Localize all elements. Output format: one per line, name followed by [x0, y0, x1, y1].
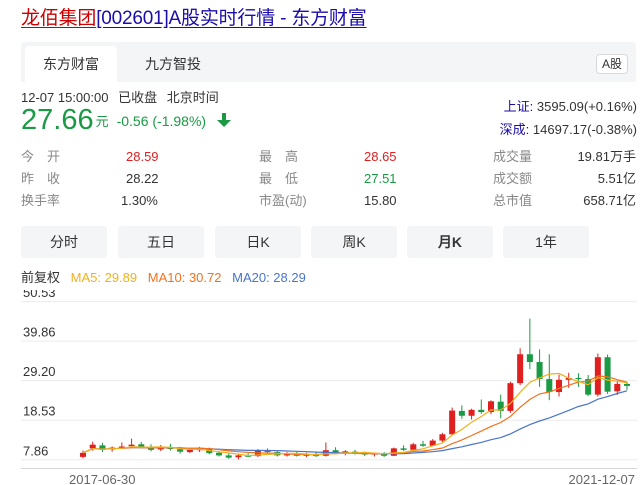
candle-body	[128, 444, 135, 447]
candle-body	[186, 449, 193, 453]
tab-jiufang[interactable]: 九方智投	[127, 46, 219, 82]
candle-body	[614, 383, 621, 392]
ma10-line	[82, 375, 628, 456]
candle-body	[410, 444, 417, 450]
tab-eastmoney[interactable]: 东方财富	[25, 46, 117, 82]
tab-daily-k[interactable]: 日K	[215, 226, 301, 258]
prev-close-value: 28.22	[126, 171, 159, 186]
price-unit: 元	[95, 114, 109, 129]
index-shenzhen-name[interactable]: 深成:	[500, 122, 530, 137]
ma20-label: MA20: 28.29	[232, 270, 306, 285]
status-timezone: 北京时间	[166, 90, 219, 105]
period-tabs: 分时 五日 日K 周K 月K 1年	[21, 226, 636, 258]
stats-row: 换手率 1.30% 市盈(动) 15.80 总市值 658.71亿	[21, 190, 636, 212]
ma20-line	[82, 390, 628, 455]
amount-value: 5.51亿	[597, 171, 636, 186]
open-value: 28.59	[126, 149, 159, 164]
page-title[interactable]: 龙佰集团[002601]A股实时行情 - 东方财富	[21, 6, 367, 32]
ma-legend: 前复权 MA5: 29.89 MA10: 30.72 MA20: 28.29	[21, 267, 313, 286]
adjust-label[interactable]: 前复权	[21, 270, 60, 285]
market-cap-label: 总市值	[493, 193, 533, 208]
stock-code-link[interactable]: [002601]A股实时行情 - 东方财富	[96, 8, 367, 29]
open-label: 今 开	[21, 149, 61, 164]
stock-name-link[interactable]: 龙佰集团	[21, 8, 96, 29]
candle-body	[555, 379, 563, 393]
ma10-label: MA10: 30.72	[147, 270, 222, 285]
status-datetime: 12-07 15:00:00	[21, 90, 109, 105]
candle-body	[478, 409, 485, 413]
tab-weekly-k[interactable]: 周K	[311, 226, 397, 258]
y-tick-label: 18.53	[23, 404, 56, 419]
candle-body	[225, 455, 232, 458]
candle-body	[215, 452, 223, 456]
tab-one-year[interactable]: 1年	[503, 226, 589, 258]
candle-body	[449, 410, 456, 435]
x-tick-label: 2017-06-30	[69, 472, 136, 485]
price-change: -0.56 (-1.98%)	[116, 112, 207, 129]
low-label: 最 低	[259, 171, 299, 186]
y-tick-label: 7.86	[23, 443, 48, 458]
candle-body	[400, 448, 407, 450]
y-tick-label: 39.86	[23, 325, 56, 340]
stats-row: 今 开 28.59 最 高 28.65 成交量 19.81万手	[21, 146, 636, 168]
candle-body	[89, 444, 96, 449]
stats-grid: 今 开 28.59 最 高 28.65 成交量 19.81万手 昨 收 28.2…	[21, 146, 636, 212]
ma5-line	[82, 372, 628, 457]
y-tick-label: 50.53	[23, 290, 56, 300]
volume-label: 成交量	[493, 149, 533, 164]
a-share-badge[interactable]: A股	[595, 54, 628, 74]
high-label: 最 高	[259, 149, 299, 164]
amount-label: 成交额	[493, 171, 533, 186]
candle-body	[390, 448, 397, 456]
high-value: 28.65	[364, 149, 397, 164]
index-shanghai[interactable]: 上证: 3595.09(+0.16%)	[504, 96, 637, 115]
candle-body	[546, 379, 553, 393]
candle-body	[468, 409, 475, 416]
candle-body	[79, 452, 87, 457]
candle-body	[235, 455, 242, 458]
y-tick-label: 29.20	[23, 364, 56, 379]
candle-body	[458, 410, 465, 416]
candle-body	[439, 434, 446, 441]
low-value: 27.51	[364, 171, 397, 186]
index-shanghai-name[interactable]: 上证:	[504, 99, 534, 114]
candle-body	[517, 354, 524, 384]
price-block: 27.66 元 -0.56 (-1.98%)	[21, 104, 231, 140]
index-shenzhen-value: 14697.17(-0.38%)	[532, 122, 637, 137]
arrow-down-icon	[216, 112, 231, 128]
x-tick-label: 2021-12-07	[569, 472, 636, 485]
candle-body	[604, 357, 611, 392]
prev-close-label: 昨 收	[21, 171, 61, 186]
index-shanghai-value: 3595.09(+0.16%)	[536, 99, 637, 114]
quote-card: 东方财富 九方智投 A股 12-07 15:00:00 已收盘 北京时间 27.…	[21, 38, 637, 485]
source-tabs: 东方财富 九方智投 A股	[21, 42, 636, 82]
ma5-label: MA5: 29.89	[70, 270, 138, 285]
candle-body	[623, 383, 631, 386]
turnover-rate-label: 换手率	[21, 193, 61, 208]
volume-value: 19.81万手	[577, 149, 636, 164]
tab-monthly-k[interactable]: 月K	[407, 226, 493, 258]
tab-five-day[interactable]: 五日	[118, 226, 204, 258]
stats-row: 昨 收 28.22 最 低 27.51 成交额 5.51亿	[21, 168, 636, 190]
tab-intraday[interactable]: 分时	[21, 226, 107, 258]
market-cap-value: 658.71亿	[583, 193, 636, 208]
turnover-rate-value: 1.30%	[121, 193, 158, 208]
monthly-k-chart[interactable]: 50.53 39.86 29.20 18.53 7.86 2017-06-30 2021-1…	[21, 290, 637, 485]
candle-body	[526, 354, 533, 363]
candle-body	[507, 383, 514, 411]
pe-value: 15.80	[364, 193, 397, 208]
candle-body	[575, 377, 582, 380]
last-price: 27.66	[21, 104, 94, 136]
index-shenzhen[interactable]: 深成: 14697.17(-0.38%)	[500, 119, 637, 138]
status-state: 已收盘	[118, 90, 158, 105]
pe-label: 市盈(动)	[259, 193, 307, 208]
candle-body	[419, 444, 427, 446]
